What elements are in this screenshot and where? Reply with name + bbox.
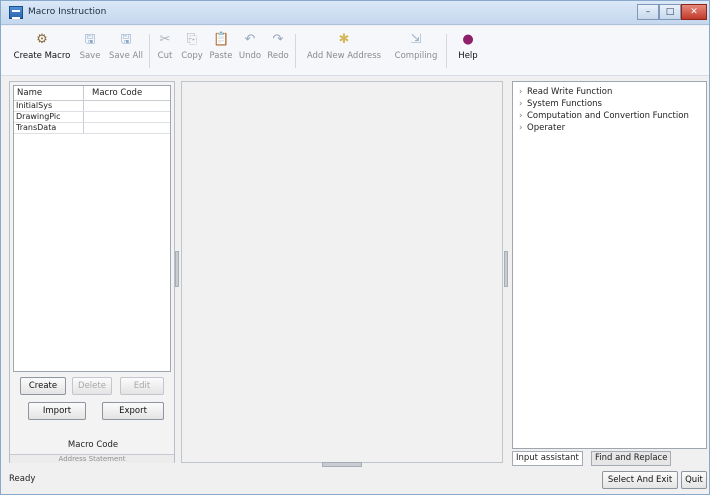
tree-item-operater[interactable]: › Operater: [519, 123, 565, 134]
app-icon: [9, 6, 23, 19]
minimize-button[interactable]: –: [637, 4, 659, 20]
tree-expand-icon[interactable]: ›: [519, 99, 527, 109]
help-button[interactable]: ● Help: [453, 30, 483, 72]
toolbar-separator: [149, 34, 150, 68]
tree-item-computation-conversion[interactable]: › Computation and Convertion Function: [519, 111, 689, 122]
left-splitter-handle[interactable]: [175, 251, 179, 287]
cell-macro-code: [84, 112, 170, 122]
macro-list-panel: Name Macro Code InitialSys DrawingPic Tr…: [9, 81, 175, 463]
add-new-address-label: Add New Address: [306, 51, 382, 61]
compiling-label: Compiling: [394, 51, 438, 61]
close-button[interactable]: ✕: [681, 4, 707, 20]
toolbar-separator: [446, 34, 447, 68]
tree-item-label: Computation and Convertion Function: [527, 111, 689, 121]
tree-item-read-write-function[interactable]: › Read Write Function: [519, 87, 612, 98]
compiling-icon: ⇲: [410, 32, 422, 47]
toolbar-separator: [295, 34, 296, 68]
status-text: Ready: [9, 474, 36, 484]
tree-expand-icon[interactable]: ›: [519, 87, 527, 97]
table-row[interactable]: TransData: [14, 123, 170, 134]
tree-expand-icon[interactable]: ›: [519, 111, 527, 121]
redo-label: Redo: [267, 51, 289, 61]
select-and-exit-button[interactable]: Select And Exit: [602, 471, 678, 489]
macro-instruction-window: Macro Instruction – □ ✕ ⚙ Create Macro 🖫…: [0, 0, 710, 495]
macro-code-caption: Macro Code: [67, 440, 119, 450]
cell-name: TransData: [14, 123, 84, 133]
export-button[interactable]: Export: [102, 402, 164, 420]
add-new-address-button[interactable]: ✱ Add New Address: [299, 30, 389, 72]
save-all-button[interactable]: 🖫 Save All: [107, 30, 145, 72]
tab-input-assistant[interactable]: Input assistant: [512, 451, 583, 466]
create-button[interactable]: Create: [20, 377, 66, 395]
tree-item-system-functions[interactable]: › System Functions: [519, 99, 602, 110]
macro-table[interactable]: Name Macro Code InitialSys DrawingPic Tr…: [13, 85, 171, 372]
cut-button[interactable]: ✂ Cut: [154, 30, 176, 72]
paste-button[interactable]: 📋 Paste: [207, 30, 235, 72]
title-bar[interactable]: Macro Instruction – □ ✕: [1, 1, 709, 25]
copy-button[interactable]: ⎘ Copy: [179, 30, 205, 72]
create-macro-icon: ⚙: [36, 32, 48, 47]
edit-button[interactable]: Edit: [120, 377, 164, 395]
undo-icon: ↶: [244, 32, 256, 47]
undo-button[interactable]: ↶ Undo: [237, 30, 263, 72]
bottom-splitter-handle[interactable]: [322, 462, 362, 467]
cell-macro-code: [84, 101, 170, 111]
cell-name: DrawingPic: [14, 112, 84, 122]
add-address-icon: ✱: [338, 32, 350, 47]
macro-table-header: Name Macro Code: [14, 86, 170, 101]
import-button[interactable]: Import: [28, 402, 86, 420]
delete-button[interactable]: Delete: [72, 377, 112, 395]
cell-macro-code: [84, 123, 170, 133]
save-label: Save: [79, 51, 101, 61]
undo-label: Undo: [238, 51, 262, 61]
window-title: Macro Instruction: [28, 7, 107, 17]
redo-icon: ↷: [272, 32, 284, 47]
tree-expand-icon[interactable]: ›: [519, 123, 527, 133]
save-all-label: Save All: [108, 51, 144, 61]
maximize-button[interactable]: □: [659, 4, 681, 20]
table-row[interactable]: InitialSys: [14, 101, 170, 112]
tree-item-label: Operater: [527, 123, 566, 133]
cut-icon: ✂: [159, 32, 171, 47]
create-macro-label: Create Macro: [13, 51, 71, 61]
help-icon: ●: [462, 32, 474, 47]
save-button[interactable]: 🖫 Save: [75, 30, 105, 72]
create-macro-button[interactable]: ⚙ Create Macro: [13, 30, 71, 72]
copy-icon: ⎘: [186, 32, 198, 47]
tab-find-and-replace[interactable]: Find and Replace: [591, 451, 672, 466]
address-statement-tab[interactable]: Address Statement: [10, 454, 174, 463]
column-header-name[interactable]: Name: [14, 86, 84, 100]
paste-icon: 📋: [213, 32, 230, 47]
toolbar: ⚙ Create Macro 🖫 Save 🖫 Save All ✂ Cut ⎘…: [1, 26, 709, 76]
tree-item-label: System Functions: [527, 99, 602, 109]
save-icon: 🖫: [84, 32, 96, 47]
tree-item-label: Read Write Function: [527, 87, 613, 97]
save-all-icon: 🖫: [120, 32, 132, 47]
table-row[interactable]: DrawingPic: [14, 112, 170, 123]
redo-button[interactable]: ↷ Redo: [265, 30, 291, 72]
help-label: Help: [458, 51, 478, 61]
code-editor-area[interactable]: [181, 81, 503, 463]
right-splitter-handle[interactable]: [504, 251, 508, 287]
cut-label: Cut: [157, 51, 173, 61]
compiling-button[interactable]: ⇲ Compiling: [391, 30, 441, 72]
input-assistant-panel: › Read Write Function › System Functions ›…: [512, 81, 707, 449]
paste-label: Paste: [209, 51, 233, 61]
copy-label: Copy: [181, 51, 203, 61]
quit-button[interactable]: Quit: [681, 471, 707, 489]
cell-name: InitialSys: [14, 101, 84, 111]
column-header-macro-code[interactable]: Macro Code: [84, 86, 170, 100]
